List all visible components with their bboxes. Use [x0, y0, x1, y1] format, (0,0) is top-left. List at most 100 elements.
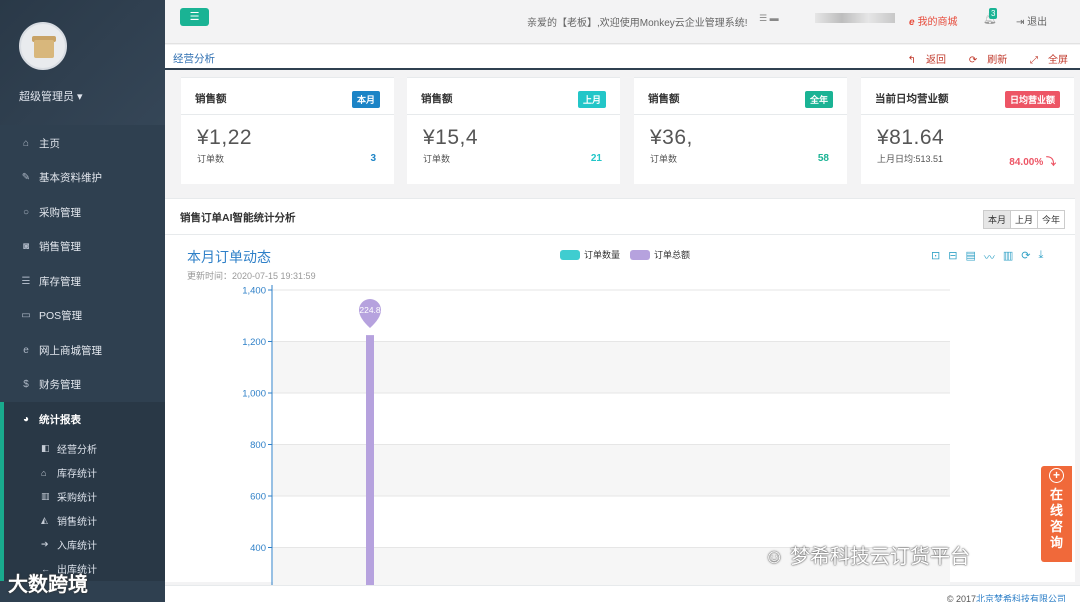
reply-icon: ↰ [907, 55, 917, 66]
sidebar-nav: ⌂ 主页 ✎ 基本资料维护 ○ 采购管理 ◙ 销售管理 ☰ 库存管理 ▭ POS管理 e 网上… [0, 126, 165, 581]
watermark-text: 梦希科技云订货平台 [789, 546, 970, 568]
subitem-sales-stats[interactable]: ◭ 销售统计 [4, 509, 165, 533]
sidebar-item-label: 统计报表 [39, 413, 81, 426]
card-title: 销售额 [421, 93, 453, 105]
card-count: 58 [817, 153, 829, 164]
bank-icon: ⌂ [41, 467, 47, 478]
analysis-panel: 销售订单AI智能统计分析 本月 上月 今年 本月订单动态 更新时间：2020-0… [165, 198, 1075, 585]
sidebar-item-purchase[interactable]: ○ 采购管理 [0, 195, 165, 230]
sidebar-submenu: ◧ 经营分析 ⌂ 库存统计 ▥ 采购统计 ◭ 销售统计 ➔ 入库统计 ← 出库统计 [0, 436, 165, 581]
obscured-text [815, 13, 895, 23]
legend-item-order-total[interactable]: 订单总额 [630, 248, 690, 261]
restore-icon[interactable]: ⟳ [1021, 249, 1030, 265]
circle-icon: ○ [22, 206, 30, 218]
sidebar-item-label: 库存管理 [39, 275, 81, 288]
line-chart-icon[interactable]: 〰 [984, 249, 995, 265]
fullscreen-button[interactable]: ⤢ 全屏 [1020, 55, 1068, 66]
card-value: ¥1,22 [197, 126, 253, 149]
stat-card-last-month: 销售额 上月 ¥15,4 订单数 21 [407, 77, 620, 184]
subitem-inbound-stats[interactable]: ➔ 入库统计 [4, 533, 165, 557]
card-title: 销售额 [195, 93, 227, 105]
y-tick-label: 1,000 [242, 389, 266, 400]
page-tab-bar: 经营分析 ↰ 返回 ⟳ 刷新 ⤢ 全屏 [165, 45, 1080, 70]
sidebar-item-reports[interactable]: ◕ 统计报表 [0, 402, 165, 437]
notification-badge: 3 [989, 8, 998, 19]
sidebar-item-label: POS管理 [39, 310, 83, 323]
refresh-label: 刷新 [987, 55, 1008, 66]
sidebar-item-pos[interactable]: ▭ POS管理 [0, 299, 165, 334]
corner-watermark: 大数跨境 [8, 568, 88, 597]
ie-icon: e [909, 17, 915, 28]
sidebar-item-sales[interactable]: ◙ 销售管理 [0, 230, 165, 265]
sidebar-item-online-mall[interactable]: e 网上商城管理 [0, 333, 165, 368]
user-role-dropdown[interactable]: 超级管理员 ▾ [19, 88, 83, 104]
copyright: © 2017北京梦希科技有限公司 [947, 592, 1066, 602]
subitem-label: 经营分析 [57, 445, 97, 456]
page-tab-title[interactable]: 经营分析 [173, 51, 215, 66]
download-icon[interactable]: ⤓ [1038, 249, 1043, 265]
menu-toggle-button[interactable]: ☰ [180, 8, 209, 26]
avatar[interactable] [19, 22, 67, 70]
subitem-business-analysis[interactable]: ◧ 经营分析 [4, 437, 165, 461]
sidebar-item-inventory[interactable]: ☰ 库存管理 [0, 264, 165, 299]
copyright-year: © 2017 [946, 594, 976, 602]
subitem-inventory-stats[interactable]: ⌂ 库存统计 [4, 461, 165, 485]
legend-item-order-count[interactable]: 订单数量 [560, 248, 620, 261]
sidebar-item-basic-data[interactable]: ✎ 基本资料维护 [0, 161, 165, 196]
tab-actions: ↰ 返回 ⟳ 刷新 ⤢ 全屏 [888, 51, 1068, 66]
top-navbar: ☰ 亲爱的【老板】,欢迎使用Monkey云企业管理系统! ☰ ▬ e 我的商城 🔔… [165, 0, 1080, 44]
area-chart-icon: ◭ [41, 515, 48, 525]
message-icon[interactable]: ☰ ▬ [759, 13, 793, 23]
marker-label: 224.8 [359, 305, 381, 315]
fullscreen-label: 全屏 [1048, 55, 1068, 66]
pencil-icon: ✎ [21, 172, 31, 184]
bar-order-total [366, 335, 374, 585]
back-button[interactable]: ↰ 返回 [898, 55, 946, 66]
bar-chart-icon[interactable]: ▥ [1003, 249, 1013, 265]
database-icon: ☰ [21, 275, 31, 287]
consult-label: 在线咨询 [1049, 487, 1063, 550]
card-label-badge: 上月 [577, 91, 606, 108]
card-label-badge: 全年 [804, 91, 833, 108]
grid-band [273, 444, 950, 496]
stat-card-this-month: 销售额 本月 ¥1,22 订单数 3 [181, 77, 394, 184]
company-link[interactable]: 北京梦希科技有限公司 [976, 594, 1066, 602]
online-consult-button[interactable]: + 在线咨询 [1041, 466, 1072, 562]
my-mall-link[interactable]: e 我的商城 [909, 13, 958, 28]
card-subtext: 订单数 [650, 154, 678, 164]
subitem-label: 库存统计 [57, 469, 97, 480]
plus-icon: + [1049, 468, 1064, 483]
update-time: 更新时间：2020-07-15 19:31:59 [187, 271, 316, 281]
zoom-reset-icon[interactable]: ⊟ [948, 249, 957, 265]
sign-out-icon: ⇥ [1016, 17, 1028, 28]
subitem-label: 采购统计 [57, 493, 97, 504]
card-label-badge: 日均营业额 [1004, 91, 1060, 108]
data-view-icon[interactable]: ▤ [965, 249, 975, 265]
card-title: 当前日均营业额 [875, 93, 949, 105]
chart-toolbox: ⊡ ⊟ ▤ 〰 ▥ ⟳ ⤓ [931, 249, 1051, 265]
bar-chart-icon: ▥ [41, 491, 50, 501]
y-tick-label: 600 [250, 492, 266, 503]
logout-button[interactable]: ⇥ 退出 [1016, 13, 1047, 28]
zoom-icon[interactable]: ⊡ [931, 249, 940, 265]
back-label: 返回 [926, 55, 947, 66]
range-this-year-button[interactable]: 今年 [1036, 210, 1065, 229]
legend-swatch [560, 249, 580, 260]
sidebar-item-label: 主页 [39, 137, 60, 150]
sidebar-item-label: 网上商城管理 [39, 344, 102, 357]
card-subtext: 上月日均:513.51 [877, 154, 944, 164]
subitem-purchase-stats[interactable]: ▥ 采购统计 [4, 485, 165, 509]
sidebar-item-home[interactable]: ⌂ 主页 [0, 126, 165, 161]
y-tick-label: 1,400 [242, 286, 266, 297]
dollar-icon: $ [23, 379, 29, 391]
hamburger-icon: ☰ [189, 11, 200, 23]
camera-icon: ◙ [22, 241, 30, 253]
subitem-label: 入库统计 [57, 541, 97, 552]
refresh-button[interactable]: ⟳ 刷新 [959, 55, 1007, 66]
range-last-month-button[interactable]: 上月 [1009, 210, 1038, 229]
range-this-month-button[interactable]: 本月 [982, 210, 1011, 229]
sidebar-item-label: 基本资料维护 [39, 172, 102, 185]
my-mall-label: 我的商城 [917, 17, 958, 28]
sidebar-item-finance[interactable]: $ 财务管理 [0, 368, 165, 403]
card-subtext: 订单数 [197, 154, 225, 164]
